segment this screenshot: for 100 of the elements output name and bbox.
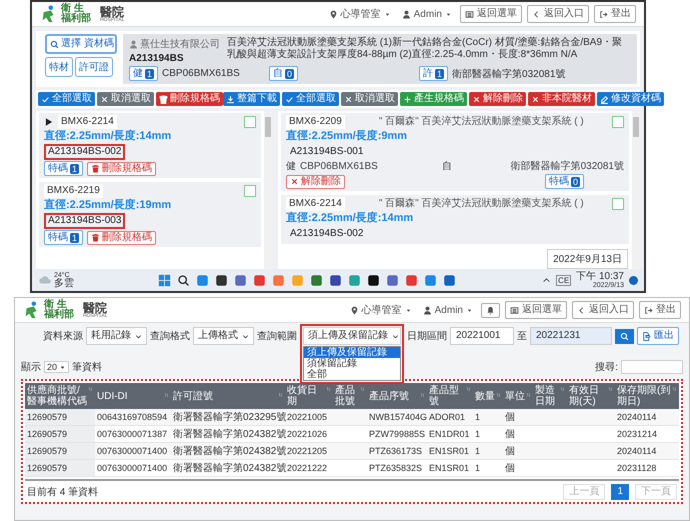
health-code: CBP06BMX61BS: [300, 161, 378, 173]
toolbar-button[interactable]: 全部選取: [282, 92, 339, 106]
mode-button[interactable]: 特材: [45, 57, 73, 77]
user-dropdown[interactable]: Admin: [420, 302, 476, 318]
nav-button[interactable]: 返回選單: [505, 301, 567, 319]
toolbar-button[interactable]: 修改資材碼: [597, 92, 664, 106]
caret-icon: [466, 306, 473, 314]
table-cell: 1: [475, 463, 480, 473]
user-dropdown[interactable]: Admin: [398, 6, 455, 22]
toolbar-button[interactable]: 產生規格碼: [400, 92, 467, 106]
toolbar-button[interactable]: 非本院醫材: [528, 92, 595, 106]
table-cell: 20240114: [617, 412, 656, 422]
size-text: 直徑:2.25mm/長度:14mm: [44, 130, 172, 143]
notification-button[interactable]: [481, 302, 500, 318]
scrollbar[interactable]: [264, 111, 272, 269]
column-header[interactable]: 單位: [503, 383, 533, 409]
item-card[interactable]: BMX6-2209 " 百爾森" 百美淬艾法冠狀動脈塗藥支架系統 ( ) 直徑:2.25mm/長度:9mm A213194BS-001 健 CBP06BMX61BS 自 衛部醫器輸字第032081號 解除刪除 特碼 0: [281, 113, 629, 191]
column-header[interactable]: 收貨日期: [285, 383, 333, 409]
file-export-icon: [642, 332, 651, 340]
page-size-select[interactable]: 20: [44, 361, 70, 373]
spec-card[interactable]: BMX6-2214 直徑:2.25mm/長度:14mm A213194BS-002 特碼 1 刪除規格碼: [39, 113, 261, 178]
table-cell: 12690579: [27, 463, 68, 473]
person-icon: [129, 40, 138, 48]
location-dropdown[interactable]: 心導管室: [326, 5, 394, 23]
app-icon[interactable]: [367, 274, 380, 286]
checkbox[interactable]: [244, 185, 256, 197]
toolbar-button[interactable]: 取消選取: [341, 92, 398, 106]
column-header[interactable]: 許可證號: [171, 383, 285, 409]
search-label: 搜尋:: [595, 360, 618, 374]
item-card[interactable]: BMX6-2214 " 百爾森" 百美淬艾法冠狀動脈塗藥支架系統 ( ) 直徑:2.25mm/長度:14mm A213194BS-002: [281, 195, 629, 244]
nav-button[interactable]: 返回選單: [460, 5, 522, 23]
table-cell: 個: [505, 446, 515, 457]
dropdown-option[interactable]: 全部: [304, 369, 400, 380]
filter-label: 資料來源: [43, 330, 83, 343]
restore-button[interactable]: 解除刪除: [286, 174, 345, 188]
search-button[interactable]: 選擇 資材碼: [45, 34, 117, 54]
app-icon[interactable]: [329, 274, 342, 286]
table-cell: 個: [505, 429, 515, 440]
nav-button[interactable]: 返回入口: [572, 301, 634, 319]
column-header[interactable]: 產品型號: [427, 383, 473, 409]
show-unit: 筆資料: [72, 360, 102, 374]
app-icon[interactable]: [215, 274, 228, 286]
chevron-up-icon[interactable]: [542, 276, 552, 284]
clock-time[interactable]: 下午 10:37: [576, 272, 624, 282]
select-field[interactable]: 須上傳及保留記錄: [303, 327, 401, 345]
page-button[interactable]: 1: [611, 484, 629, 500]
column-header[interactable]: 供應商批號/醫事機構代碼: [25, 383, 95, 409]
column-header[interactable]: 數量: [473, 383, 503, 409]
table-cell: ADOR01: [429, 412, 466, 422]
toolbar-button[interactable]: 整篇下載: [223, 92, 280, 106]
select-field[interactable]: 耗用記錄: [86, 327, 147, 345]
logout-button[interactable]: 登出: [639, 301, 681, 319]
export-button[interactable]: 匯出: [637, 327, 679, 345]
column-header[interactable]: UDI-DI: [95, 383, 171, 409]
permit-number: 衛部醫器輸字第032081號: [510, 161, 624, 173]
nav-button[interactable]: 返回入口: [527, 5, 589, 23]
delete-button[interactable]: 刪除規格碼: [87, 162, 156, 176]
table-cell: 20221222: [287, 463, 328, 473]
code-badge[interactable]: 特碼 1: [44, 230, 84, 245]
column-header[interactable]: 產品批號: [333, 383, 367, 409]
table-cell: 20240114: [617, 446, 656, 456]
checkbox[interactable]: [244, 116, 256, 128]
checkbox[interactable]: [612, 116, 624, 128]
sort-icon: [608, 385, 613, 393]
toolbar-button[interactable]: 刪除規格碼: [156, 92, 223, 106]
logout-button[interactable]: 登出: [594, 5, 636, 23]
column-header[interactable]: 有效日期(天): [567, 383, 615, 409]
dropdown-option[interactable]: 須上傳及保留記錄: [304, 347, 400, 358]
checkbox[interactable]: [612, 198, 624, 210]
column-header[interactable]: 產品序號: [367, 383, 427, 409]
spec-card[interactable]: BMX6-2219 直徑:2.25mm/長度:19mm A213194BS-003 特碼 1 刪除規格碼: [39, 182, 261, 247]
sort-icon: [560, 385, 565, 393]
spec-code: A213194BS-001: [289, 145, 364, 159]
start-icon[interactable]: [158, 274, 171, 286]
list-icon: [510, 306, 519, 314]
search-button[interactable]: [615, 328, 634, 344]
filter-label: 日期區間: [407, 330, 447, 343]
table-cell: PTZ636173S: [369, 446, 422, 456]
date-field[interactable]: 20221231: [530, 327, 612, 345]
search-icon[interactable]: [177, 274, 190, 286]
code-badge[interactable]: 特碼 0: [544, 174, 584, 189]
product-code: A213194BS: [129, 53, 184, 64]
search-field[interactable]: [621, 360, 683, 374]
delete-button[interactable]: 刪除規格碼: [87, 230, 156, 244]
input-method-indicator[interactable]: CE: [556, 274, 572, 286]
code-badge[interactable]: 特碼 1: [44, 161, 84, 176]
dropdown-option[interactable]: 須保留記錄: [304, 358, 400, 369]
column-header[interactable]: 保存期限(到期日): [615, 383, 679, 409]
select-field[interactable]: 上傳格式: [193, 327, 254, 345]
scrollbar[interactable]: [632, 111, 640, 269]
caret-icon: [404, 306, 412, 314]
toolbar-button[interactable]: 全部選取: [38, 92, 95, 106]
table-cell: 00763000071400: [97, 463, 168, 473]
toolbar-button[interactable]: 取消選取: [97, 92, 154, 106]
table-cell: EN1SR01: [429, 446, 470, 456]
toolbar-button[interactable]: 解除刪除: [469, 92, 526, 106]
location-dropdown[interactable]: 心導管室: [346, 301, 415, 319]
column-header[interactable]: 製造日期: [533, 383, 567, 409]
date-field[interactable]: 20221001: [450, 327, 514, 345]
mode-button[interactable]: 許可證: [75, 57, 113, 77]
